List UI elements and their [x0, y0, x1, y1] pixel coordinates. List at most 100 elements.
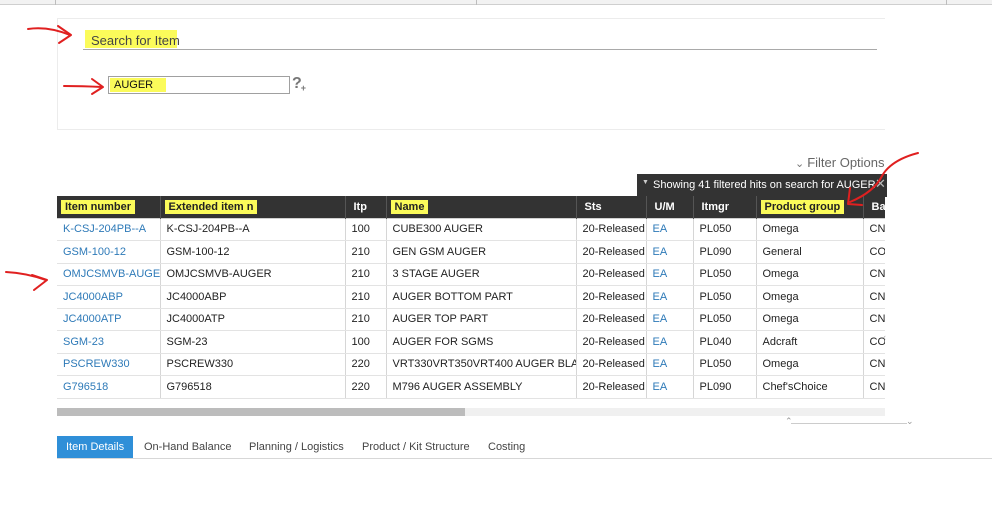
table-cell: PL090	[693, 240, 757, 264]
table-cell: 20-Released	[576, 240, 647, 264]
resize-line	[791, 423, 907, 424]
table-cell: AUGER TOP PART	[386, 308, 577, 331]
annotation-arrow-icon	[27, 25, 72, 44]
table-row[interactable]: PSCREW330 PSCREW330 220 VRT330VRT350VRT400 …	[57, 353, 885, 376]
table-cell: PL040	[693, 330, 757, 354]
search-input-box[interactable]	[108, 76, 290, 94]
question-plus-icon[interactable]: ?+	[292, 75, 307, 93]
caret-down-icon: ▼	[642, 179, 649, 186]
table-cell-link[interactable]: EA	[646, 240, 694, 264]
table-cell: CO	[863, 240, 885, 264]
column-header[interactable]: Itmgr	[693, 196, 757, 218]
column-header-label: Product group	[760, 199, 845, 214]
column-header-label: U/M	[654, 200, 675, 213]
table-cell: M796 AUGER ASSEMBLY	[386, 375, 577, 399]
item-table: Item number Extended item n Itp Name Sts U/M I…	[57, 196, 885, 399]
table-cell: PSCREW330	[160, 353, 346, 376]
table-cell: 20-Released	[576, 285, 647, 309]
table-cell-link[interactable]: OMJCSMVB-AUGER	[57, 263, 161, 286]
table-cell: CN	[863, 353, 885, 376]
table-cell: Chef'sChoice	[756, 375, 864, 399]
table-cell-link[interactable]: PSCREW330	[57, 353, 161, 376]
table-cell: GEN GSM AUGER	[386, 240, 577, 264]
table-cell-link[interactable]: JC4000ATP	[57, 308, 161, 331]
table-cell: Omega	[756, 308, 864, 331]
column-header[interactable]: Extended item n	[160, 196, 346, 218]
scrollbar-thumb[interactable]	[57, 408, 465, 416]
table-header-row: Item number Extended item n Itp Name Sts U/M I…	[57, 196, 885, 218]
column-header[interactable]: Itp	[345, 196, 387, 218]
table-cell-link[interactable]: SGM-23	[57, 330, 161, 354]
table-cell: Omega	[756, 285, 864, 309]
table-cell: CN	[863, 308, 885, 331]
column-header[interactable]: Sts	[576, 196, 647, 218]
chevron-down-icon: ⌄	[906, 416, 914, 426]
table-cell: 20-Released	[576, 353, 647, 376]
detail-tabs: Item Details On-Hand Balance Planning / Lo…	[57, 436, 992, 459]
table-cell: AUGER FOR SGMS	[386, 330, 577, 354]
table-cell-link[interactable]: K-CSJ-204PB--A	[57, 217, 161, 241]
table-cell: CN	[863, 285, 885, 309]
table-cell: 210	[345, 240, 387, 264]
tab-on-hand-balance[interactable]: On-Hand Balance	[144, 436, 231, 458]
table-cell-link[interactable]: EA	[646, 217, 694, 241]
table-cell: PL090	[693, 375, 757, 399]
chevron-left-icon[interactable]: ‹	[883, 332, 886, 342]
table-cell: Adcraft	[756, 330, 864, 354]
table-cell-link[interactable]: EA	[646, 263, 694, 286]
column-header[interactable]: U/M	[646, 196, 694, 218]
tab-costing[interactable]: Costing	[488, 436, 525, 458]
table-cell: G796518	[160, 375, 346, 399]
table-cell: 210	[345, 263, 387, 286]
annotation-arrow-icon	[5, 271, 48, 291]
toolbar-separator	[946, 0, 947, 5]
column-header[interactable]: Name	[386, 196, 577, 218]
table-row[interactable]: GSM-100-12 GSM-100-12 210 GEN GSM AUGER 20-R…	[57, 240, 885, 264]
table-cell: VRT330VRT350VRT400 AUGER BLADE	[386, 353, 577, 376]
table-cell: 20-Released	[576, 263, 647, 286]
toolbar-separator	[55, 0, 56, 5]
column-header-label: Sts	[584, 200, 602, 213]
tab-item-details[interactable]: Item Details	[57, 436, 134, 458]
search-title: Search for Item	[83, 24, 877, 50]
table-row[interactable]: OMJCSMVB-AUGER OMJCSMVB-AUGER 210 3 STAGE A…	[57, 263, 885, 286]
table-cell: Omega	[756, 353, 864, 376]
table-row[interactable]: JC4000ABP JC4000ABP 210 AUGER BOTTOM PART 20…	[57, 285, 885, 309]
table-cell: OMJCSMVB-AUGER	[160, 263, 346, 286]
search-panel: Search for Item ?+	[57, 18, 885, 130]
table-cell: 20-Released	[576, 217, 647, 241]
search-input[interactable]	[109, 77, 289, 93]
table-row[interactable]: JC4000ATP JC4000ATP 210 AUGER TOP PART 20-Re…	[57, 308, 885, 331]
table-row[interactable]: SGM-23 SGM-23 100 AUGER FOR SGMS 20-Released…	[57, 330, 885, 354]
table-cell: PL050	[693, 217, 757, 241]
table-cell: 220	[345, 353, 387, 376]
table-cell: Omega	[756, 263, 864, 286]
annotation-arrow-icon	[847, 152, 919, 206]
table-cell-link[interactable]: JC4000ABP	[57, 285, 161, 309]
tab-planning-logistics[interactable]: Planning / Logistics	[249, 436, 344, 458]
table-cell-link[interactable]: EA	[646, 308, 694, 331]
table-cell-link[interactable]: EA	[646, 375, 694, 399]
table-cell-link[interactable]: EA	[646, 353, 694, 376]
table-cell-link[interactable]: G796518	[57, 375, 161, 399]
column-header-label: Extended item n	[164, 199, 258, 214]
column-header[interactable]: Item number	[57, 196, 161, 218]
tab-product-kit-structure[interactable]: Product / Kit Structure	[362, 436, 470, 458]
table-row[interactable]: G796518 G796518 220 M796 AUGER ASSEMBLY 20-R…	[57, 375, 885, 399]
search-title-text: Search for Item	[91, 33, 180, 48]
annotation-arrow-icon	[63, 78, 104, 95]
table-cell: CN	[863, 263, 885, 286]
table-cell: SGM-23	[160, 330, 346, 354]
horizontal-scrollbar[interactable]	[57, 408, 885, 416]
table-cell: AUGER BOTTOM PART	[386, 285, 577, 309]
table-cell: 20-Released	[576, 330, 647, 354]
table-cell-link[interactable]: GSM-100-12	[57, 240, 161, 264]
chevron-down-icon: ⌄	[795, 158, 805, 170]
table-cell: K-CSJ-204PB--A	[160, 217, 346, 241]
table-cell: PL050	[693, 263, 757, 286]
grid-resize-handle[interactable]: ⌃ ⌄	[785, 416, 914, 430]
table-row[interactable]: K-CSJ-204PB--A K-CSJ-204PB--A 100 CUBE300 A…	[57, 217, 885, 241]
table-cell: CN	[863, 375, 885, 399]
table-cell-link[interactable]: EA	[646, 330, 694, 354]
table-cell-link[interactable]: EA	[646, 285, 694, 309]
